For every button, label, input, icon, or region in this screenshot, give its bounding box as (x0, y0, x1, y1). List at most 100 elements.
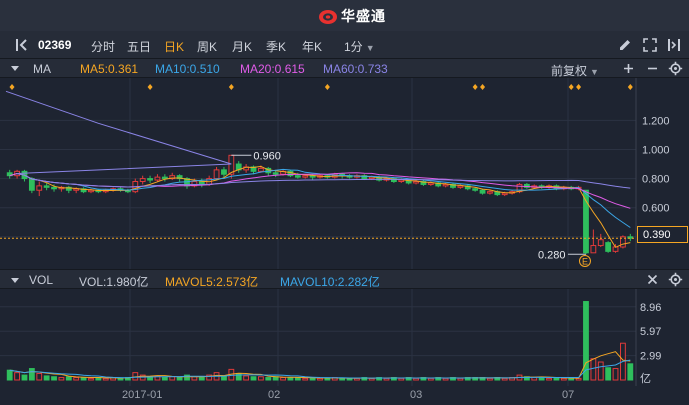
minute-period-select[interactable]: 1分 ▼ (344, 38, 375, 55)
down-candle (28, 178, 35, 191)
settings-gear-icon[interactable] (668, 272, 683, 287)
high-price-label: 0.960 (253, 150, 281, 162)
minute-period-label: 1分 (344, 40, 363, 54)
tab-intraday[interactable]: 分时 (91, 38, 115, 55)
down-candle (161, 176, 168, 180)
chevron-down-icon[interactable] (9, 274, 21, 286)
down-candle (294, 175, 301, 178)
ma20-value: MA20:0.615 (240, 62, 305, 76)
tab-five-day[interactable]: 五日 (127, 38, 151, 55)
tab-monthly-k[interactable]: 月K (232, 38, 252, 55)
down-volume-bar (28, 368, 35, 381)
event-diamond-marker (627, 84, 633, 90)
brand-bar: 华盛通 (0, 0, 689, 31)
plus-icon[interactable] (621, 61, 636, 76)
event-markers (9, 84, 633, 90)
event-diamond-marker (568, 84, 574, 90)
up-candle (213, 169, 220, 180)
event-diamond-marker (472, 84, 478, 90)
volume-grid (0, 289, 636, 386)
down-volume-bar (6, 369, 13, 381)
stock-code[interactable]: 02369 (38, 38, 71, 52)
vol-value: VOL:1.980亿 (79, 275, 149, 289)
price-adjust-select[interactable]: 前复权 ▼ (551, 62, 599, 79)
ma-indicator-name[interactable]: MA (33, 62, 51, 76)
down-volume-bar (235, 372, 242, 381)
vol-indicator-header: VOL VOL:1.980亿 MAVOL5:2.573亿 MAVOL10:2.2… (0, 269, 689, 289)
volume-tick-label: 5.97 (640, 326, 661, 338)
tab-weekly-k[interactable]: 周K (197, 38, 217, 55)
up-volume-bar (88, 377, 94, 381)
close-icon[interactable] (645, 272, 660, 287)
up-volume-bar (257, 376, 264, 381)
down-volume-bar (568, 377, 575, 381)
up-volume-bar (317, 377, 323, 381)
up-volume-bar (501, 377, 508, 381)
down-volume-bar (287, 377, 294, 381)
down-volume-bar (80, 377, 87, 381)
up-candle (398, 179, 405, 183)
vol-indicator-name[interactable]: VOL (29, 273, 53, 287)
up-volume-bar (102, 377, 109, 381)
volume-chart[interactable]: 8.96 5.97 2.99 亿 (0, 289, 689, 386)
ma-indicator-header: MA MA5:0.361 MA10:0.510 MA20:0.615 MA60:… (0, 59, 689, 78)
collapse-panel-icon[interactable] (14, 37, 30, 53)
minus-icon[interactable] (645, 61, 660, 76)
tab-yearly-k[interactable]: 年K (302, 38, 322, 55)
date-axis: 2017-01 02 03 07 (0, 386, 689, 405)
up-candle (457, 185, 464, 188)
up-volume-bar (413, 377, 419, 381)
up-volume-bar (597, 361, 604, 381)
down-volume-bar (161, 377, 168, 381)
up-volume-bar (546, 377, 552, 381)
down-volume-bar (51, 376, 57, 381)
down-candle (43, 185, 50, 188)
up-volume-bar (427, 377, 434, 381)
down-volume-bar (176, 377, 183, 381)
up-volume-bar (590, 358, 597, 381)
down-candle (472, 188, 479, 191)
up-volume-bar (243, 375, 250, 381)
mavol5-value: MAVOL5:2.573亿 (165, 275, 259, 289)
down-candle (221, 169, 227, 175)
date-tick: 03 (410, 389, 423, 401)
up-volume-bar (302, 377, 309, 381)
up-candle (590, 245, 597, 254)
chevron-down-icon: ▼ (365, 43, 375, 53)
down-candle (605, 242, 612, 252)
pencil-icon[interactable] (617, 37, 633, 53)
volume-axis: 8.96 5.97 2.99 亿 (635, 289, 661, 386)
chevron-down-icon[interactable] (9, 62, 21, 74)
down-volume-bar (627, 363, 634, 381)
up-candle (427, 182, 434, 185)
huasheng-logo-icon (319, 9, 337, 24)
up-candle (36, 185, 43, 191)
tab-daily-k[interactable]: 日K (164, 38, 184, 55)
candlestick-chart[interactable]: 1.2001.0000.8000.6000.400 0.9600.280E (0, 78, 689, 269)
up-volume-bar (169, 376, 176, 381)
tab-quarterly-k[interactable]: 季K (266, 38, 286, 55)
fullscreen-icon[interactable] (642, 37, 658, 53)
event-e-label: E (582, 257, 588, 267)
price-tick-label: 0.600 (642, 203, 670, 215)
up-candle (302, 175, 309, 178)
down-candle (583, 189, 589, 254)
date-tick: 2017-01 (122, 389, 163, 401)
up-candle (88, 189, 94, 193)
up-candle (501, 192, 508, 196)
price-adjust-label: 前复权 (551, 64, 588, 78)
layout-icon[interactable] (666, 37, 682, 53)
up-volume-bar (457, 377, 464, 381)
event-diamond-marker (147, 84, 153, 90)
brand-name: 华盛通 (341, 8, 386, 24)
volume-tick-label: 8.96 (640, 302, 661, 314)
date-tick: 07 (562, 389, 575, 401)
down-volume-bar (265, 377, 272, 381)
mavol10-line (9, 359, 631, 379)
price-annotations: 0.960 0.280 E (231, 150, 591, 267)
price-tick-label: 1.000 (642, 144, 670, 156)
up-volume-bar (487, 377, 493, 381)
down-candle (51, 186, 57, 190)
up-candle (413, 181, 419, 184)
settings-gear-icon[interactable] (668, 61, 683, 76)
